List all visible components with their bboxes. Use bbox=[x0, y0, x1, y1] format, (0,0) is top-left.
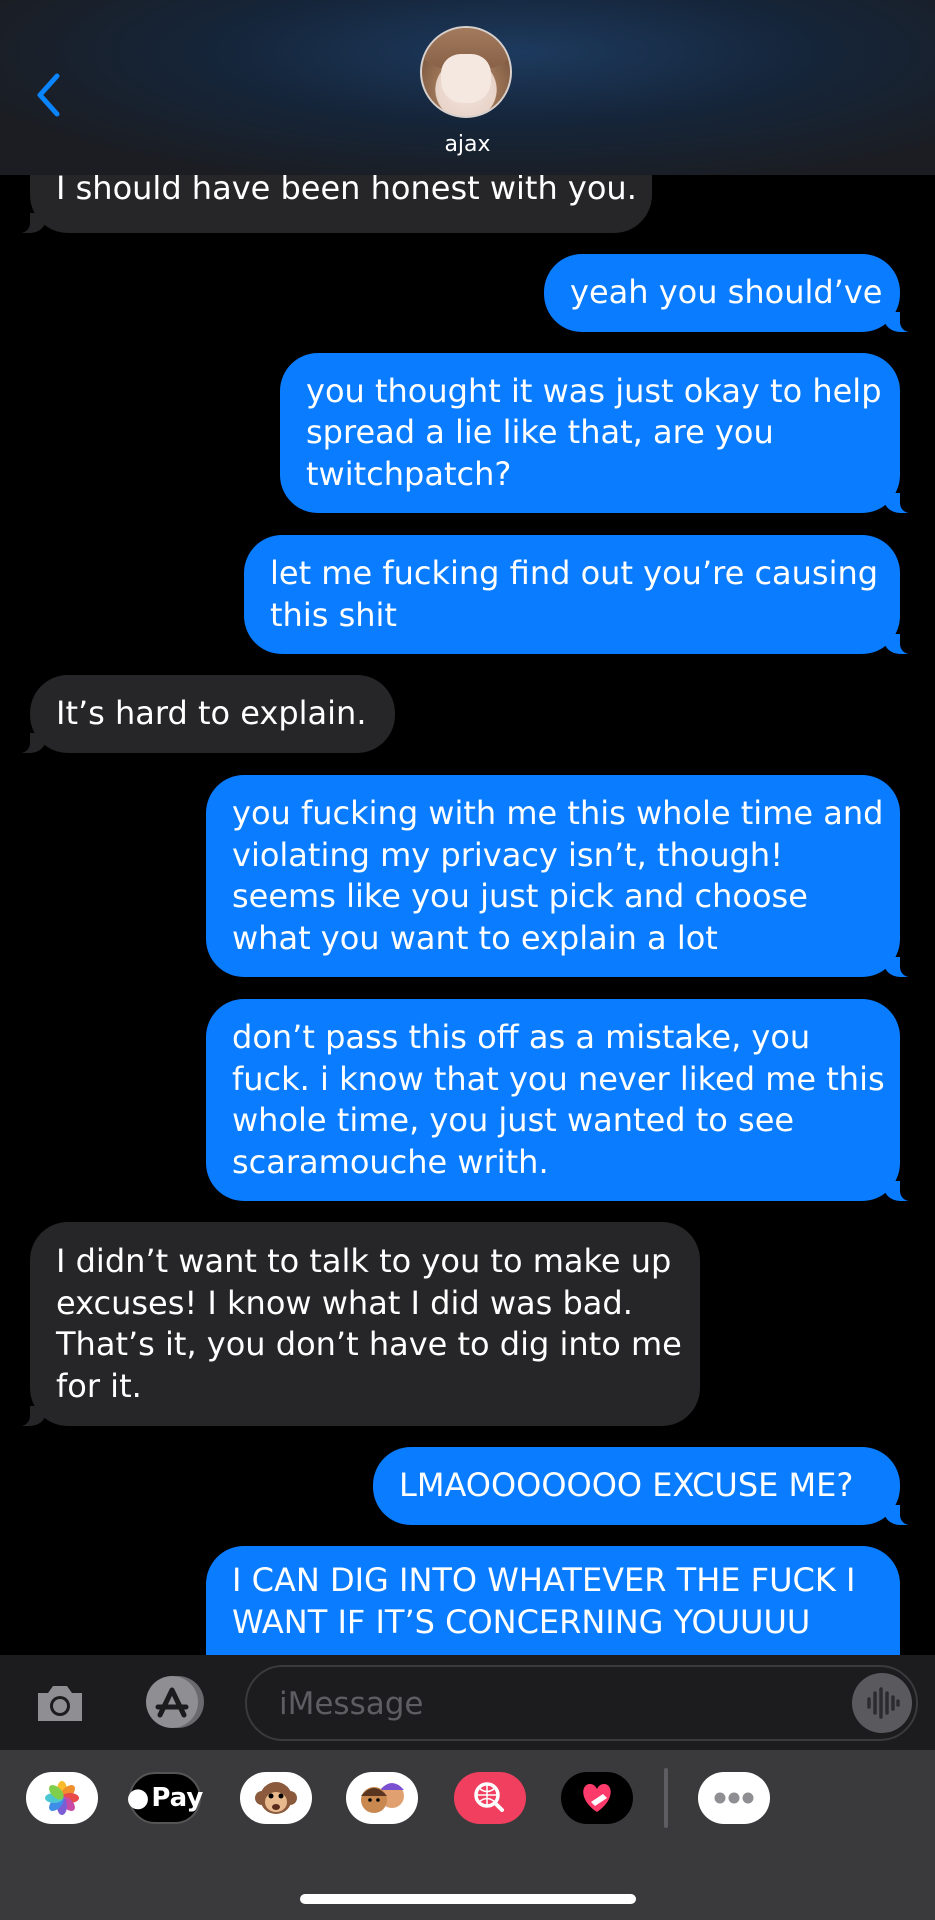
message-outgoing[interactable]: I CAN DIG INTO WHATEVER THE FUCK I WANT … bbox=[206, 1546, 900, 1655]
message-text: excuses! I know what I did was bad. bbox=[56, 1283, 633, 1322]
message-text: WANT IF IT’S CONCERNING YOUUUU bbox=[232, 1602, 811, 1641]
message-text: this shit bbox=[270, 595, 397, 634]
memoji-button[interactable] bbox=[346, 1772, 418, 1824]
message-outgoing[interactable]: yeah you should’ve bbox=[544, 254, 918, 332]
message-outgoing[interactable]: let me fucking find out you’re causing t… bbox=[244, 535, 918, 654]
camera-icon bbox=[38, 1686, 82, 1721]
monkey-icon bbox=[255, 1782, 297, 1814]
contact-name[interactable]: ajax bbox=[0, 132, 935, 157]
apple-pay-label: Pay bbox=[151, 1783, 204, 1813]
audio-message-button[interactable] bbox=[852, 1673, 912, 1733]
more-apps-button[interactable] bbox=[698, 1772, 770, 1824]
apple-pay-button[interactable]: ● Pay bbox=[126, 1772, 204, 1824]
message-text: yeah you should’ve bbox=[570, 273, 883, 312]
message-text: It’s hard to explain. bbox=[56, 694, 367, 733]
message-text: I CAN DIG INTO WHATEVER THE FUCK I bbox=[232, 1561, 856, 1599]
app-store-button[interactable] bbox=[138, 1673, 210, 1731]
message-outgoing[interactable]: don’t pass this off as a mistake, you fu… bbox=[206, 999, 918, 1201]
message-text: LMAOOOOOOO EXCUSE ME? bbox=[399, 1466, 854, 1505]
photos-icon bbox=[45, 1781, 79, 1815]
message-text: That’s it, you don’t have to dig into me bbox=[56, 1325, 682, 1363]
heart-hand-icon bbox=[583, 1784, 611, 1812]
message-text: violating my privacy isn’t, though! bbox=[232, 835, 784, 874]
message-text: let me fucking find out you’re causing bbox=[270, 554, 879, 592]
photos-app-button[interactable] bbox=[26, 1772, 98, 1824]
camera-button[interactable] bbox=[32, 1675, 88, 1731]
message-input[interactable]: iMessage bbox=[245, 1665, 918, 1741]
message-text: fuck. i know that you never liked me thi… bbox=[232, 1059, 885, 1098]
message-text: for it. bbox=[56, 1366, 142, 1405]
conversation-header: ajax bbox=[0, 0, 935, 175]
message-outgoing[interactable]: you thought it was just okay to help spr… bbox=[280, 353, 918, 513]
message-text: what you want to explain a lot bbox=[232, 918, 718, 957]
message-text: whole time, you just wanted to see bbox=[232, 1101, 795, 1139]
message-text: you fucking with me this whole time and bbox=[232, 794, 884, 832]
waveform-icon bbox=[867, 1687, 900, 1719]
more-icon bbox=[714, 1792, 754, 1804]
message-text: I didn’t want to talk to you to make up bbox=[56, 1242, 672, 1280]
message-thread[interactable]: I should have been honest with you. yeah… bbox=[0, 0, 935, 1655]
app-store-icon bbox=[146, 1676, 204, 1728]
message-text: don’t pass this off as a mistake, you bbox=[232, 1018, 811, 1056]
message-text: you thought it was just okay to help bbox=[306, 371, 882, 410]
message-text: spread a lie like that, are you bbox=[306, 413, 774, 452]
message-text: seems like you just pick and choose bbox=[232, 877, 808, 915]
magnifier-globe-icon bbox=[474, 1782, 504, 1812]
compose-bar: iMessage bbox=[0, 1655, 935, 1750]
message-text: scaramouche writh. bbox=[232, 1142, 549, 1181]
message-incoming[interactable]: I didn’t want to talk to you to make up … bbox=[12, 1222, 700, 1426]
back-button[interactable] bbox=[30, 70, 70, 120]
contact-avatar[interactable] bbox=[420, 26, 512, 118]
message-text: twitchpatch? bbox=[306, 454, 512, 493]
apple-logo-icon: ● bbox=[126, 1783, 150, 1813]
animoji-button[interactable] bbox=[240, 1772, 312, 1824]
memoji-icon bbox=[361, 1783, 404, 1813]
image-search-button[interactable] bbox=[454, 1772, 526, 1824]
message-incoming[interactable]: It’s hard to explain. bbox=[12, 675, 395, 753]
input-placeholder: iMessage bbox=[279, 1686, 424, 1722]
message-outgoing[interactable]: LMAOOOOOOO EXCUSE ME? bbox=[373, 1447, 918, 1525]
chevron-left-icon bbox=[37, 73, 60, 117]
digital-touch-button[interactable] bbox=[561, 1772, 633, 1824]
message-outgoing[interactable]: you fucking with me this whole time and … bbox=[206, 775, 918, 977]
home-indicator[interactable] bbox=[300, 1894, 636, 1904]
drawer-divider bbox=[664, 1768, 668, 1828]
